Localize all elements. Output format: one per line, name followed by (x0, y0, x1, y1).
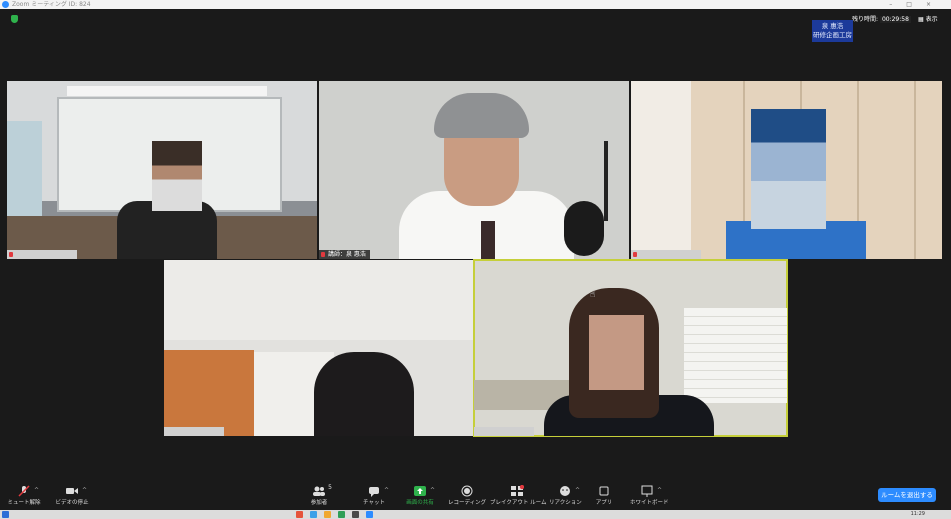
participant-face-pixelated (751, 109, 826, 229)
host-name-label: 講師：泉 惠浩 (319, 250, 370, 259)
participant-tile-1[interactable] (7, 81, 317, 259)
meeting-stage: 残り時間: 00:29:58 ▦ 表示 泉 惠浩 研修企画工房 講師：泉 惠浩 (0, 9, 951, 483)
taskbar-app-icon[interactable] (352, 511, 359, 518)
participant-tile-4[interactable] (164, 260, 473, 436)
breakout-label: ブレイクアウト ルーム (490, 500, 547, 506)
reactions-button[interactable]: ^ リアクション (549, 483, 582, 510)
org-badge: 泉 惠浩 研修企画工房 (812, 20, 853, 42)
leave-room-button[interactable]: ルームを退出する (878, 488, 936, 502)
participants-icon: 5 (312, 484, 332, 497)
record-button[interactable]: レコーディング (448, 483, 486, 510)
zoom-app-icon (2, 1, 9, 8)
host-hair (434, 93, 529, 138)
apps-button[interactable]: アプリ (594, 483, 614, 510)
mic-muted-icon (321, 252, 325, 257)
ceiling (164, 260, 473, 340)
reaction-smiley-icon: ^ (558, 485, 580, 497)
org-name: 泉 惠浩 (821, 22, 844, 30)
start-icon[interactable] (2, 511, 9, 518)
org-company: 研修企画工房 (813, 31, 852, 39)
time-remaining-value: 00:29:58 (879, 16, 911, 23)
breakout-rooms-icon (510, 484, 525, 497)
taskbar-app-icon[interactable] (296, 511, 303, 518)
participant-name-label (631, 250, 701, 259)
stop-video-button[interactable]: ^ ビデオの停止 (52, 483, 92, 510)
participant-tile-3[interactable] (631, 81, 942, 259)
taskbar-app-icon[interactable] (366, 511, 373, 518)
participant-head-pixelated (314, 352, 414, 436)
taskbar-clock: 11:29 (910, 511, 925, 517)
stop-video-label: ビデオの停止 (55, 500, 89, 506)
participants-button[interactable]: 5 参加者 (306, 483, 332, 510)
time-remaining-label: 残り時間: (852, 16, 879, 23)
unmute-label: ミュート解除 (7, 500, 41, 506)
participant-face-pixelated (152, 141, 202, 211)
encryption-shield-icon[interactable] (11, 15, 18, 23)
os-taskbar: 11:29 (0, 510, 951, 519)
whiteboard-button[interactable]: ^ ホワイトボード (630, 483, 669, 510)
microphone (564, 201, 604, 256)
participant-tile-5[interactable] (473, 259, 788, 437)
participant-face-pixelated (589, 315, 644, 390)
share-screen-icon: ^ (413, 485, 435, 497)
window-titlebar: Zoom ミーティング ID: 824 –□× (0, 0, 951, 9)
chat-label: チャット (363, 500, 385, 506)
window-title: Zoom ミーティング ID: 824 (12, 1, 91, 8)
mic-muted-icon (633, 252, 637, 257)
record-icon (460, 485, 474, 497)
taskbar-app-icon[interactable] (338, 511, 345, 518)
participant-name-label (7, 250, 77, 259)
taskbar-app-icon[interactable] (324, 511, 331, 518)
participants-label: 参加者 (310, 500, 328, 506)
time-remaining: 残り時間: 00:29:58 (852, 15, 911, 25)
record-label: レコーディング (448, 500, 487, 506)
share-screen-button[interactable]: ^ 画面の共有 (402, 483, 438, 510)
share-label: 画面の共有 (406, 500, 434, 506)
video-camera-icon: ^ (65, 485, 87, 497)
unmute-button[interactable]: ^ ミュート解除 (6, 483, 42, 510)
apps-icon (597, 485, 611, 497)
apps-label: アプリ (595, 500, 613, 506)
window-controls[interactable]: –□× (889, 0, 945, 9)
meeting-toolbar: ^ ミュート解除 ^ ビデオの停止 5 参加者 ^ チャット ^ 画面の共有 レ… (0, 483, 951, 510)
door-frame (164, 350, 254, 436)
ceiling-light (67, 86, 267, 96)
taskbar-app-icon[interactable] (310, 511, 317, 518)
reactions-label: リアクション (549, 500, 582, 506)
breakout-rooms-button[interactable]: ブレイクアウト ルーム (490, 483, 547, 510)
mouse-cursor-icon: ☝ (590, 290, 596, 300)
view-label: 表示 (925, 16, 938, 23)
participant-tile-2[interactable]: 講師：泉 惠浩 (319, 81, 629, 259)
mic-muted-icon (9, 252, 13, 257)
grid-view-icon: ▦ (918, 16, 924, 23)
participant-name-label (164, 427, 224, 436)
host-name: 講師：泉 惠浩 (328, 251, 366, 258)
mic-off-icon: ^ (17, 485, 39, 497)
chat-button[interactable]: ^ チャット (362, 483, 389, 510)
whiteboard-icon: ^ (640, 485, 662, 497)
window-frame (7, 121, 42, 221)
mic-stand (604, 141, 608, 221)
host-tie (481, 221, 495, 259)
participant-name-label (474, 427, 534, 436)
whiteboard-label: ホワイトボード (630, 500, 669, 506)
chat-bubble-icon: ^ (367, 485, 389, 497)
view-button[interactable]: ▦ 表示 (918, 15, 938, 25)
window-light (631, 81, 691, 259)
window-blinds (684, 308, 787, 403)
participants-count: 5 (328, 484, 332, 491)
